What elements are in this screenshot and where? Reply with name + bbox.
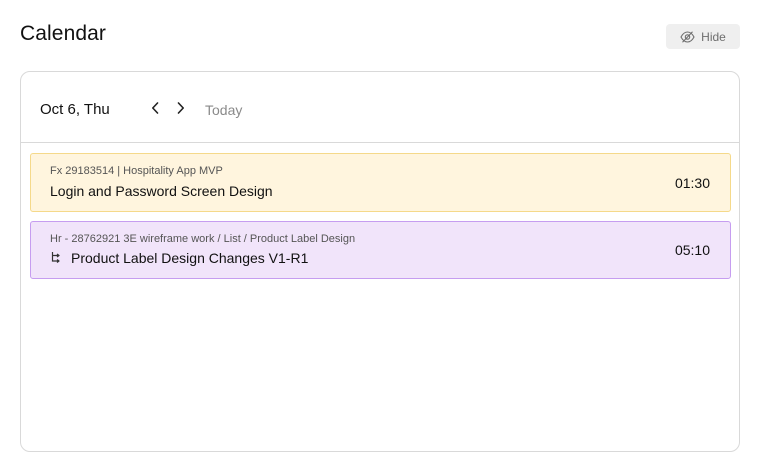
calendar-card: Oct 6, Thu Today Fx 29183514 | Hospitali… xyxy=(20,71,740,452)
event-title-text: Login and Password Screen Design xyxy=(50,183,273,199)
previous-day-button[interactable] xyxy=(148,102,162,118)
calendar-toolbar: Oct 6, Thu Today xyxy=(21,72,739,143)
hide-button[interactable]: Hide xyxy=(666,24,740,49)
calendar-page: Calendar Hide Oct 6, Thu Today Fx 291835… xyxy=(0,0,760,470)
page-title: Calendar xyxy=(20,22,107,45)
event-title: Product Label Design Changes V1-R1 xyxy=(50,250,308,266)
subtask-icon xyxy=(50,250,62,266)
today-button[interactable]: Today xyxy=(205,102,242,118)
event-title-text: Product Label Design Changes V1-R1 xyxy=(71,250,309,266)
event-time: 01:30 xyxy=(674,175,710,191)
event-title: Login and Password Screen Design xyxy=(50,183,273,199)
chevron-right-icon xyxy=(177,101,185,119)
next-day-button[interactable] xyxy=(174,102,188,118)
chevron-left-icon xyxy=(151,101,159,119)
event-meta: Hr - 28762921 3E wireframe work / List /… xyxy=(50,233,356,245)
event-item[interactable]: Fx 29183514 | Hospitality App MVP Login … xyxy=(30,153,731,212)
hide-button-label: Hide xyxy=(701,29,726,44)
eye-off-icon xyxy=(680,30,695,43)
event-meta: Fx 29183514 | Hospitality App MVP xyxy=(50,165,223,177)
event-item[interactable]: Hr - 28762921 3E wireframe work / List /… xyxy=(30,221,731,279)
current-date-label: Oct 6, Thu xyxy=(40,101,110,118)
event-time: 05:10 xyxy=(674,242,710,258)
